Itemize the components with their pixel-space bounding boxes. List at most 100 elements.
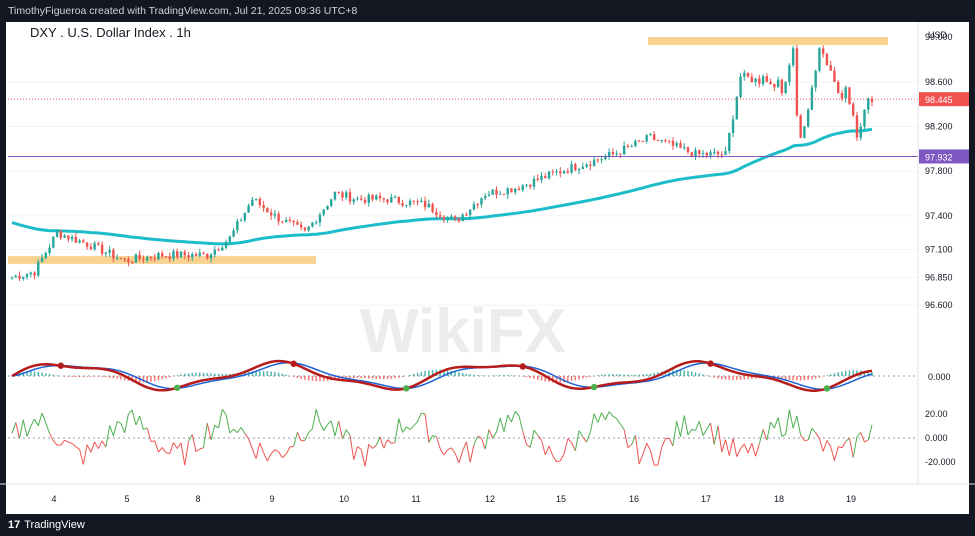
candle-body bbox=[641, 141, 645, 143]
osc-segment bbox=[518, 415, 524, 432]
candle-body bbox=[720, 154, 723, 156]
osc-segment bbox=[852, 436, 858, 458]
osc-segment bbox=[64, 439, 69, 443]
osc-segment bbox=[244, 433, 250, 440]
osc-segment bbox=[702, 429, 708, 436]
candle-body bbox=[97, 243, 100, 245]
candle-body bbox=[59, 231, 63, 238]
osc-segment bbox=[402, 426, 407, 433]
osc-segment bbox=[488, 429, 494, 439]
osc-segment bbox=[150, 440, 155, 443]
osc-segment bbox=[19, 419, 24, 439]
osc-segment bbox=[311, 409, 317, 429]
osc-segment bbox=[548, 445, 554, 456]
candle-body bbox=[664, 140, 667, 142]
candle-body bbox=[634, 140, 637, 147]
candle-body bbox=[85, 242, 89, 247]
osc-segment bbox=[15, 422, 20, 439]
osc-segment bbox=[511, 411, 516, 423]
candle-body bbox=[506, 188, 509, 195]
candle-body bbox=[168, 256, 171, 259]
candle-body bbox=[799, 115, 802, 138]
osc-segment bbox=[695, 421, 700, 431]
chart-canvas[interactable]: WikiFX 0.000 20.000.000-20.000 USD99.000… bbox=[0, 22, 975, 514]
candle-body bbox=[236, 221, 239, 231]
osc-segment bbox=[762, 429, 768, 441]
osc-segment bbox=[71, 443, 77, 448]
candle-body bbox=[341, 192, 344, 198]
candle-body bbox=[577, 169, 581, 171]
candle-body bbox=[683, 147, 686, 149]
macd-zero-label: 0.000 bbox=[928, 372, 951, 382]
x-tick-label: 18 bbox=[774, 494, 784, 504]
candle-body bbox=[363, 199, 367, 203]
osc-segment bbox=[154, 440, 159, 453]
candle-body bbox=[806, 109, 810, 127]
candle-body bbox=[701, 153, 705, 155]
osc-segment bbox=[75, 446, 80, 450]
candle-body bbox=[25, 274, 29, 277]
osc-segment bbox=[788, 409, 794, 429]
osc-segment bbox=[601, 412, 606, 420]
osc-segment bbox=[616, 418, 621, 425]
osc-segment bbox=[120, 423, 126, 434]
macd-cross-dot bbox=[174, 384, 181, 391]
osc-tick-label: 20.00 bbox=[925, 409, 948, 419]
candle-body bbox=[194, 254, 198, 256]
current-price-label: 98.445 bbox=[925, 95, 953, 105]
osc-segment bbox=[574, 430, 580, 451]
candle-body bbox=[791, 48, 795, 66]
osc-segment bbox=[822, 440, 828, 452]
osc-segment bbox=[634, 435, 640, 465]
candle-body bbox=[164, 256, 168, 258]
osc-segment bbox=[642, 443, 648, 455]
candle-body bbox=[803, 126, 806, 138]
osc-segment bbox=[255, 442, 261, 459]
osc-segment bbox=[631, 435, 636, 445]
candle-body bbox=[521, 185, 524, 191]
osc-segment bbox=[586, 432, 591, 443]
macd-cross-dot bbox=[290, 360, 297, 367]
osc-segment bbox=[544, 445, 550, 455]
candle-body bbox=[848, 87, 851, 105]
candle-body bbox=[209, 254, 213, 259]
tradingview-brand: TradingView bbox=[24, 519, 85, 531]
candle-body bbox=[314, 222, 318, 224]
candle-body bbox=[619, 153, 622, 155]
candle-body bbox=[247, 205, 250, 213]
osc-segment bbox=[398, 418, 404, 433]
osc-segment bbox=[450, 447, 456, 454]
osc-segment bbox=[691, 428, 696, 431]
candle-body bbox=[446, 216, 449, 220]
candle-body bbox=[48, 247, 51, 253]
candle-body bbox=[134, 254, 138, 263]
osc-segment bbox=[796, 415, 802, 436]
candle-body bbox=[510, 188, 513, 193]
osc-segment bbox=[469, 444, 475, 463]
candle-body bbox=[322, 209, 325, 215]
price-tick-label: 99.000 bbox=[925, 32, 953, 42]
candle-body bbox=[108, 249, 111, 253]
osc-segment bbox=[251, 448, 257, 459]
osc-segment bbox=[830, 446, 835, 461]
osc-segment bbox=[841, 441, 847, 449]
candle-body bbox=[412, 200, 416, 202]
candle-body bbox=[213, 249, 216, 255]
candle-body bbox=[743, 72, 746, 77]
osc-segment bbox=[90, 441, 96, 453]
osc-tick-label: 0.000 bbox=[925, 433, 948, 443]
osc-segment bbox=[342, 429, 347, 439]
osc-segment bbox=[811, 427, 817, 434]
candle-body bbox=[788, 65, 791, 82]
osc-segment bbox=[785, 409, 790, 435]
osc-segment bbox=[338, 420, 343, 439]
osc-segment bbox=[484, 429, 490, 450]
candle-body bbox=[420, 200, 423, 203]
osc-segment bbox=[406, 426, 411, 430]
osc-segment bbox=[593, 413, 599, 423]
candle-body bbox=[499, 193, 502, 195]
osc-segment bbox=[679, 415, 685, 437]
macd-cross-dot bbox=[57, 362, 65, 369]
candle-body bbox=[649, 134, 652, 136]
candle-body bbox=[686, 147, 690, 153]
